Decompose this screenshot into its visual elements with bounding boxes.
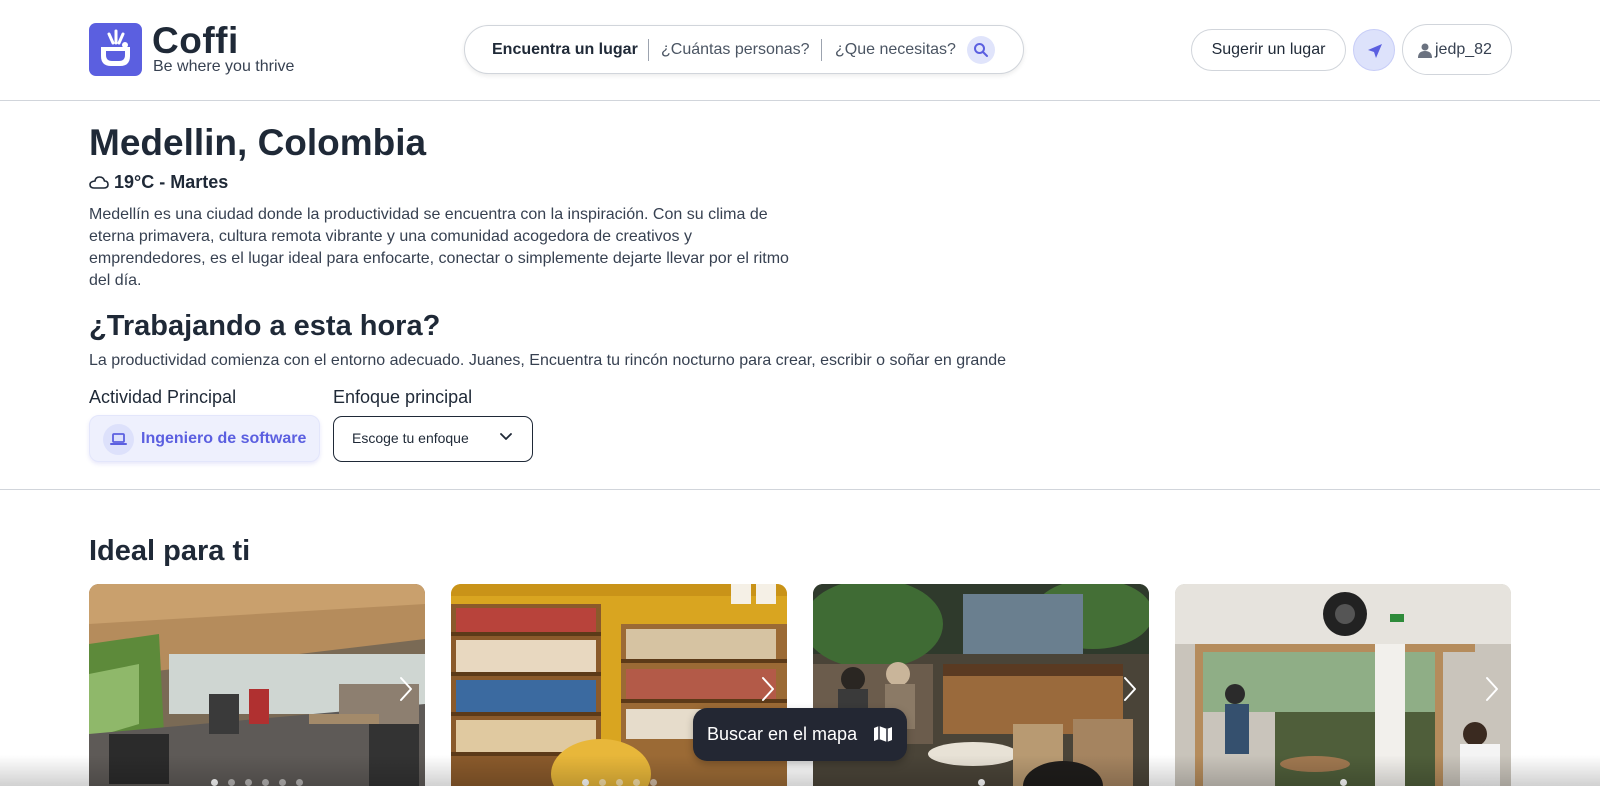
search-icon[interactable] (967, 36, 995, 64)
laptop-icon (103, 424, 134, 455)
chevron-right-icon[interactable] (761, 676, 775, 702)
carousel-dot[interactable] (296, 779, 303, 786)
suggest-place-button[interactable]: Sugerir un lugar (1191, 29, 1346, 71)
place-card[interactable] (89, 584, 425, 786)
brand-tagline: Be where you thrive (153, 58, 295, 75)
carousel-dot[interactable] (649, 779, 657, 786)
place-card[interactable] (1175, 584, 1511, 786)
search-place-field[interactable]: Encuentra un lugar (492, 26, 638, 73)
carousel-dot[interactable] (262, 779, 269, 786)
activity-chip-label: Ingeniero de software (141, 430, 307, 447)
search-divider (821, 39, 822, 61)
working-heading: ¿Trabajando a esta hora? (89, 310, 441, 342)
garden-cafe-photo (1175, 584, 1511, 786)
focus-label: Enfoque principal (333, 387, 473, 407)
carousel-dots (813, 773, 1149, 786)
ideal-heading: Ideal para ti (89, 535, 251, 567)
cup-logo-icon[interactable] (89, 23, 142, 76)
focus-dropdown[interactable]: Escoge tu enfoque (333, 416, 533, 462)
user-icon (1418, 43, 1432, 58)
carousel-dot[interactable] (632, 779, 640, 786)
city-title: Medellin, Colombia (89, 122, 427, 163)
cloud-icon (89, 176, 109, 189)
terrace-cafe-photo (89, 584, 425, 786)
map-icon (874, 726, 892, 742)
carousel-dot[interactable] (211, 779, 218, 786)
weather-text: 19°C - Martes (114, 172, 229, 192)
username: jedp_82 (1435, 41, 1492, 58)
chevron-right-icon[interactable] (399, 676, 413, 702)
search-map-button[interactable]: Buscar en el mapa (693, 708, 907, 761)
activity-chip[interactable]: Ingeniero de software (89, 415, 320, 462)
focus-dropdown-value: Escoge tu enfoque (352, 430, 469, 446)
chevron-down-icon (500, 433, 512, 440)
carousel-dot[interactable] (977, 779, 985, 786)
navigation-arrow-icon[interactable] (1353, 29, 1395, 71)
search-needs-field[interactable]: ¿Que necesitas? (835, 26, 956, 73)
search-bar[interactable]: Encuentra un lugar ¿Cuántas personas? ¿Q… (464, 25, 1024, 74)
working-subtitle: La productividad comienza con el entorno… (89, 352, 1007, 369)
top-header: Coffi Be where you thrive Encuentra un l… (0, 0, 1600, 101)
carousel-dot[interactable] (279, 779, 286, 786)
carousel-dot[interactable] (1339, 779, 1347, 786)
carousel-dot[interactable] (615, 779, 623, 786)
carousel-dot[interactable] (245, 779, 252, 786)
carousel-dot[interactable] (581, 779, 589, 786)
user-menu-button[interactable]: jedp_82 (1402, 24, 1512, 75)
carousel-dot[interactable] (228, 779, 235, 786)
city-description: Medellín es una ciudad donde la producti… (89, 206, 789, 289)
brand-name[interactable]: Coffi (152, 20, 239, 62)
carousel-dots (451, 773, 787, 786)
activity-label: Actividad Principal (89, 387, 237, 407)
carousel-dot[interactable] (598, 779, 606, 786)
section-divider (0, 489, 1600, 490)
carousel-dots (1175, 773, 1511, 786)
search-map-label: Buscar en el mapa (707, 724, 858, 744)
search-divider (648, 39, 649, 61)
chevron-right-icon[interactable] (1123, 676, 1137, 702)
carousel-dots (89, 773, 425, 786)
search-people-field[interactable]: ¿Cuántas personas? (661, 26, 810, 73)
chevron-right-icon[interactable] (1485, 676, 1499, 702)
